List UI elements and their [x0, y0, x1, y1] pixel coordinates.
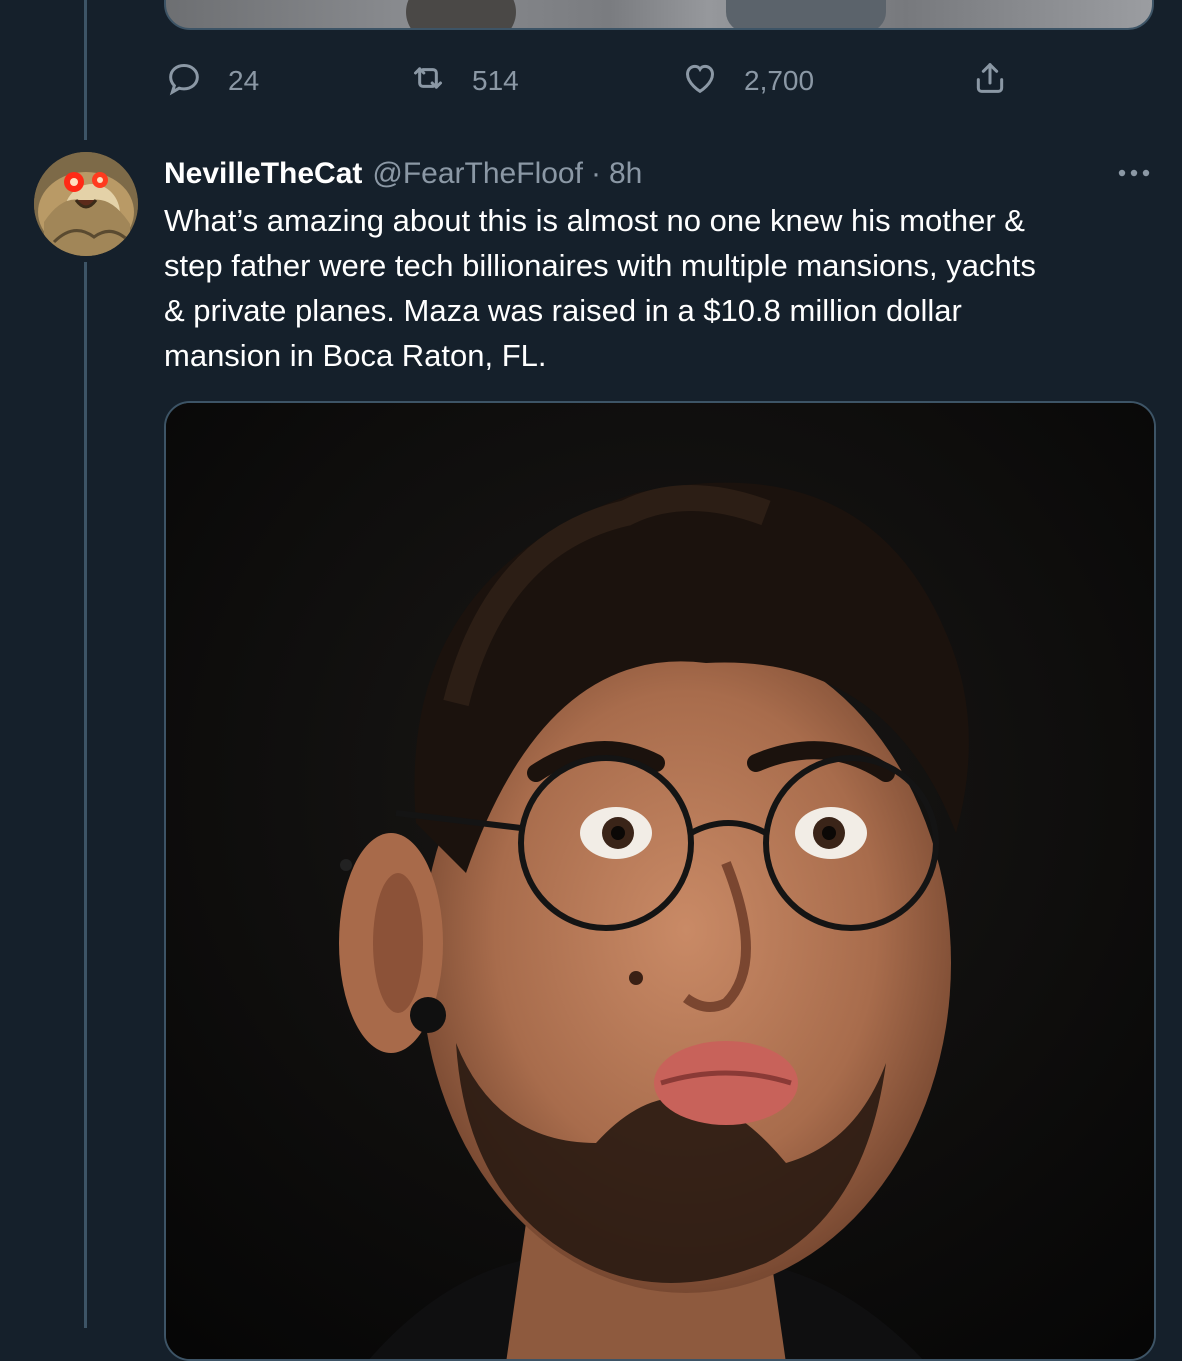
- reply-icon: [164, 58, 204, 105]
- heart-icon: [680, 58, 720, 105]
- tweet-text: What’s amazing about this is almost no o…: [164, 198, 1154, 378]
- thread-line-bottom: [84, 262, 87, 1328]
- tweet-text-line: mansion in Boca Raton, FL.: [164, 338, 547, 373]
- reply-count: 24: [228, 65, 260, 96]
- like-count: 2,700: [744, 65, 815, 96]
- more-options-button[interactable]: [1114, 158, 1154, 188]
- more-options-icon: [1114, 169, 1154, 192]
- previous-tweet-media[interactable]: [164, 0, 1154, 30]
- tweet-text-line: What’s amazing about this is almost no o…: [164, 203, 1025, 238]
- tweet-photo[interactable]: [164, 401, 1156, 1361]
- previous-tweet-action-bar: 24 514 2,700: [164, 58, 1064, 104]
- retweet-button[interactable]: 514: [408, 58, 519, 104]
- reply-button[interactable]: 24: [164, 58, 259, 104]
- share-button[interactable]: [970, 58, 1010, 104]
- user-handle[interactable]: @FearTheFloof: [372, 157, 583, 191]
- tweet-text-line: step father were tech billionaires with …: [164, 248, 1036, 283]
- tweet-header: NevilleTheCat @FearTheFloof · 8h: [164, 154, 642, 194]
- separator-dot: ·: [590, 157, 601, 190]
- display-name[interactable]: NevilleTheCat: [164, 157, 362, 191]
- like-button[interactable]: 2,700: [680, 58, 814, 104]
- share-icon: [970, 58, 1010, 105]
- retweet-count: 514: [472, 65, 519, 96]
- tweet-text-line: & private planes. Maza was raised in a $…: [164, 293, 962, 328]
- thread-line-top: [84, 0, 87, 140]
- retweet-icon: [408, 58, 448, 105]
- tweet-timestamp[interactable]: 8h: [609, 157, 642, 191]
- avatar[interactable]: [34, 152, 138, 256]
